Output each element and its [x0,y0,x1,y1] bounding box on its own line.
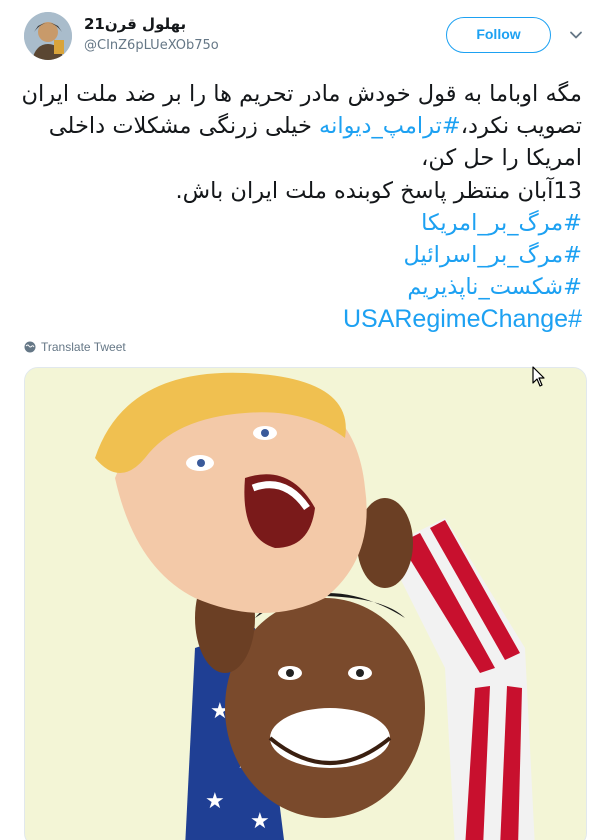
tweet-text-fragment: خیلی زرنگی مشکلات داخلی [48,113,320,140]
follow-button[interactable]: Follow [446,17,551,53]
avatar[interactable] [24,12,72,60]
translate-tweet-link[interactable]: Translate Tweet [24,340,126,354]
tweet-header: بهلول قرن21 @CInZ6pLUeXOb75o Follow [0,0,610,68]
globe-icon [24,341,36,353]
chevron-down-icon[interactable] [568,27,584,43]
svg-text:★: ★ [205,789,225,814]
tweet-image[interactable]: ★ ★ ★ ★ [24,367,587,840]
display-name[interactable]: بهلول قرن21 [84,15,186,33]
hashtag-link[interactable]: #مرگ_بر_اسرائیل [24,239,583,271]
hashtag-link[interactable]: #شکست_ناپذیریم [24,271,582,303]
tweet-line: امریکا را حل کن، [421,145,582,172]
tweet-line: تصویب نکرد،#ترامپ_دیوانه خیلی زرنگی مشکل… [24,110,582,142]
hashtag-link[interactable]: #ترامپ_دیوانه [319,113,461,139]
tweet-line: مگه اوباما به قول خودش مادر تحریم ها را … [21,81,582,107]
svg-text:★: ★ [250,809,270,834]
hashtag-link[interactable]: #مرگ_بر_امریکا [24,207,582,239]
user-handle[interactable]: @CInZ6pLUeXOb75o [84,38,219,53]
caricature-illustration: ★ ★ ★ ★ [25,368,586,840]
tweet-line: 13آبان منتظر پاسخ کوبنده ملت ایران باش. [175,177,582,204]
tweet-text-fragment: تصویب نکرد، [460,113,582,140]
tweet-text: مگه اوباما به قول خودش مادر تحریم ها را … [21,78,583,336]
mouse-cursor-icon [532,366,545,387]
hashtag-link[interactable]: #USARegimeChange [24,303,582,335]
translate-label: Translate Tweet [41,340,126,354]
